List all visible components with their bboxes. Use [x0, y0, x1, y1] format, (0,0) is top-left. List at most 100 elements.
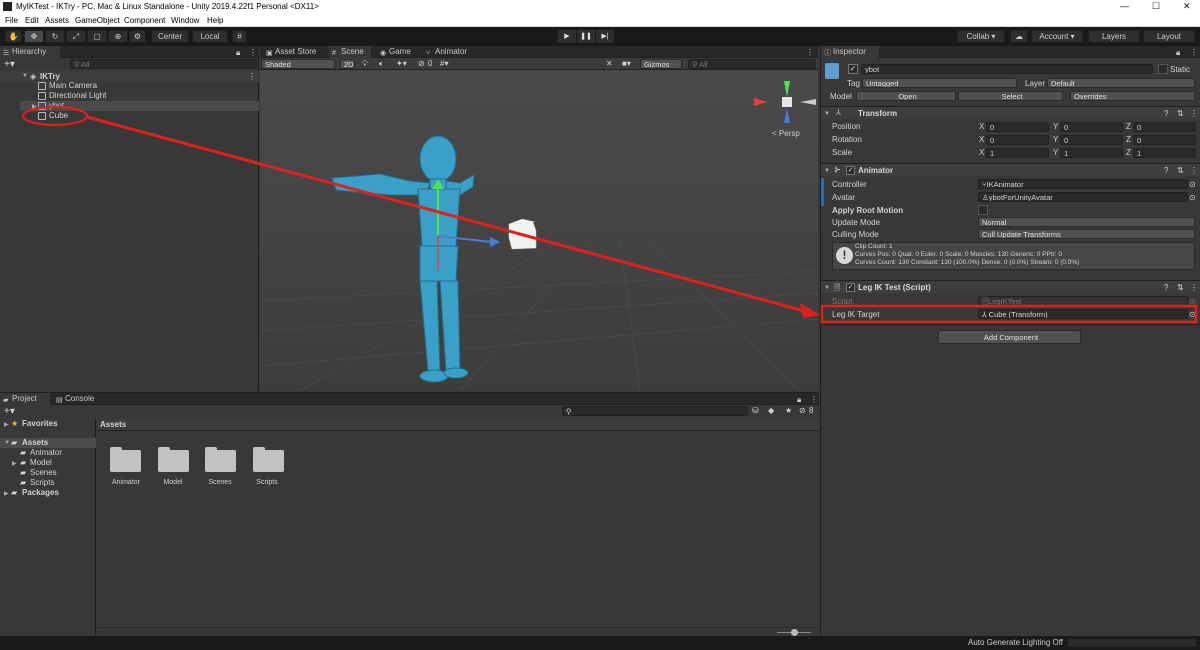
expand-arrow-icon[interactable]: ▶ — [4, 490, 9, 497]
list-item[interactable]: Directional Light — [0, 91, 259, 101]
scene-search-input[interactable]: ⚲ All — [688, 59, 816, 69]
menu-gameobject[interactable]: GameObject — [75, 16, 120, 25]
update-mode-dropdown[interactable]: Normal — [978, 217, 1195, 227]
collab-button[interactable]: Collab ▾ — [957, 30, 1005, 43]
collapse-arrow-icon[interactable]: ▼ — [824, 285, 830, 291]
rotation-z-field[interactable]: 0 — [1133, 135, 1196, 145]
step-button[interactable]: ▶| — [596, 30, 614, 43]
scale-z-field[interactable]: 1 — [1133, 148, 1196, 158]
expand-arrow-icon[interactable]: ▶ — [32, 103, 37, 110]
lock-icon[interactable]: 🔒︎ — [797, 395, 801, 405]
expand-arrow-icon[interactable]: ▶ — [12, 460, 17, 467]
kebab-menu-icon[interactable]: ⋮ — [1190, 166, 1198, 175]
tab-project[interactable]: ▰ Project — [0, 393, 50, 405]
kebab-menu-icon[interactable]: ⋮ — [1190, 109, 1198, 118]
static-checkbox[interactable] — [1158, 64, 1168, 74]
preset-icon[interactable]: ⇅ — [1177, 166, 1184, 175]
tab-scene[interactable]: # Scene — [329, 46, 371, 58]
project-search-input[interactable]: ⚲ — [562, 406, 748, 416]
expand-arrow-icon[interactable]: ▼ — [22, 73, 28, 79]
active-checkbox[interactable]: ✓ — [848, 64, 858, 74]
rotate-tool-icon[interactable]: ↻ — [45, 30, 65, 43]
audio-icon[interactable]: 🔈︎ — [379, 59, 384, 69]
menu-help[interactable]: Help — [207, 16, 223, 25]
hidden-objects-icon[interactable]: ⊘ — [418, 59, 425, 68]
icon-size-slider-handle[interactable] — [791, 629, 798, 636]
position-y-field[interactable]: 0 — [1060, 122, 1123, 132]
enabled-checkbox[interactable]: ✓ — [846, 283, 855, 292]
kebab-menu-icon[interactable]: ⋮ — [249, 48, 257, 57]
collapse-arrow-icon[interactable]: ▼ — [824, 168, 830, 174]
menu-file[interactable]: File — [5, 16, 18, 25]
kebab-menu-icon[interactable]: ⋮ — [1190, 48, 1198, 57]
kebab-menu-icon[interactable]: ⋮ — [806, 48, 814, 57]
folder-tile-icon[interactable] — [110, 447, 141, 472]
folder-tile-icon[interactable] — [253, 447, 284, 472]
lock-icon[interactable]: 🔒︎ — [1176, 48, 1180, 58]
leg-ik-test-header[interactable]: ▼ 🗎︎ ✓ Leg IK Test (Script) ? ⇅ ⋮ — [821, 280, 1200, 293]
favorite-star-icon[interactable]: ★ — [785, 406, 792, 415]
tab-hierarchy[interactable]: ☰ Hierarchy — [0, 46, 60, 58]
close-button[interactable]: ✕ — [1183, 1, 1191, 12]
collapse-arrow-icon[interactable]: ▼ — [824, 111, 830, 117]
create-plus-icon[interactable]: +▾ — [4, 59, 15, 70]
open-button[interactable]: Open — [856, 91, 956, 101]
scale-tool-icon[interactable]: ⤢ — [66, 30, 86, 43]
filter-type-icon[interactable]: ⛁ — [752, 406, 759, 415]
filter-label-icon[interactable]: ◆ — [768, 406, 774, 415]
tab-console[interactable]: ▤ Console — [53, 393, 103, 405]
list-item[interactable]: ▶ ▰ Model — [0, 458, 96, 468]
enabled-checkbox[interactable]: ✓ — [846, 166, 855, 175]
gizmos-dropdown[interactable]: Gizmos — [640, 59, 682, 69]
culling-mode-dropdown[interactable]: Cull Update Transforms — [978, 229, 1195, 239]
scene-viewport[interactable]: < Persp — [260, 71, 818, 391]
pivot-local-button[interactable]: Local — [192, 30, 228, 43]
help-icon[interactable]: ? — [1164, 109, 1168, 118]
pause-button[interactable]: ❚❚ — [577, 30, 595, 43]
layers-dropdown[interactable]: Layers — [1088, 30, 1140, 43]
help-icon[interactable]: ? — [1164, 166, 1168, 175]
position-z-field[interactable]: 0 — [1133, 122, 1196, 132]
add-component-button[interactable]: Add Component — [938, 330, 1081, 344]
cloud-icon[interactable]: ☁ — [1010, 30, 1028, 43]
custom-tool-icon[interactable]: ⚙ — [129, 30, 146, 43]
shading-mode-dropdown[interactable]: Shaded — [261, 59, 335, 69]
lock-icon[interactable]: 🔒︎ — [236, 48, 240, 58]
folder-tile-icon[interactable] — [205, 447, 236, 472]
layer-dropdown[interactable]: Default — [1047, 78, 1195, 88]
overrides-dropdown[interactable]: Overrides — [1070, 91, 1195, 101]
persp-label[interactable]: < Persp — [772, 129, 800, 138]
transform-tool-icon[interactable]: ⊕ — [108, 30, 128, 43]
scale-x-field[interactable]: 1 — [986, 148, 1049, 158]
rotation-y-field[interactable]: 0 — [1060, 135, 1123, 145]
effects-icon[interactable]: ✦▾ — [396, 59, 407, 68]
list-item-selected[interactable]: ▶ ybot — [20, 101, 259, 111]
object-name-field[interactable]: ybot — [861, 64, 1153, 74]
object-picker-icon[interactable]: ⊙ — [1189, 310, 1196, 319]
play-button[interactable]: ▶ — [558, 30, 576, 43]
hierarchy-search-input[interactable]: ⚲ All — [70, 59, 257, 69]
hand-tool-icon[interactable]: ✋ — [5, 30, 22, 43]
list-item[interactable]: ▰ Scripts — [0, 478, 96, 488]
transform-header[interactable]: ▼ ⅄ Transform ? ⇅ ⋮ — [821, 106, 1200, 119]
pivot-center-button[interactable]: Center — [151, 30, 189, 43]
animator-header[interactable]: ▼ ⊱ ✓ Animator ? ⇅ ⋮ — [821, 163, 1200, 176]
kebab-menu-icon[interactable]: ⋮ — [810, 395, 818, 404]
maximize-button[interactable]: ☐ — [1152, 1, 1160, 12]
cube-object[interactable] — [508, 219, 537, 250]
folder-tile-icon[interactable] — [158, 447, 189, 472]
tab-game[interactable]: ◉ Game — [377, 46, 422, 58]
controller-field[interactable]: ⑂IKAnimator — [978, 179, 1188, 189]
breadcrumb-assets[interactable]: Assets — [100, 420, 126, 429]
object-picker-icon[interactable]: ⊙ — [1189, 193, 1196, 202]
list-item-selected[interactable]: ▼ ▰ Assets — [0, 438, 96, 448]
preset-icon[interactable]: ⇅ — [1177, 283, 1184, 292]
layout-dropdown[interactable]: Layout — [1143, 30, 1195, 43]
minimize-button[interactable]: — — [1120, 1, 1129, 11]
list-item[interactable]: ▶ ▰ Packages — [0, 488, 96, 498]
leg-ik-target-field[interactable]: ⅄ Cube (Transform) — [978, 309, 1188, 319]
expand-arrow-icon[interactable]: ▼ — [4, 440, 10, 446]
scene-menu-icon[interactable]: ⋮ — [248, 72, 256, 81]
camera-icon[interactable]: ■▾ — [622, 59, 631, 68]
object-picker-icon[interactable]: ⊙ — [1189, 180, 1196, 189]
